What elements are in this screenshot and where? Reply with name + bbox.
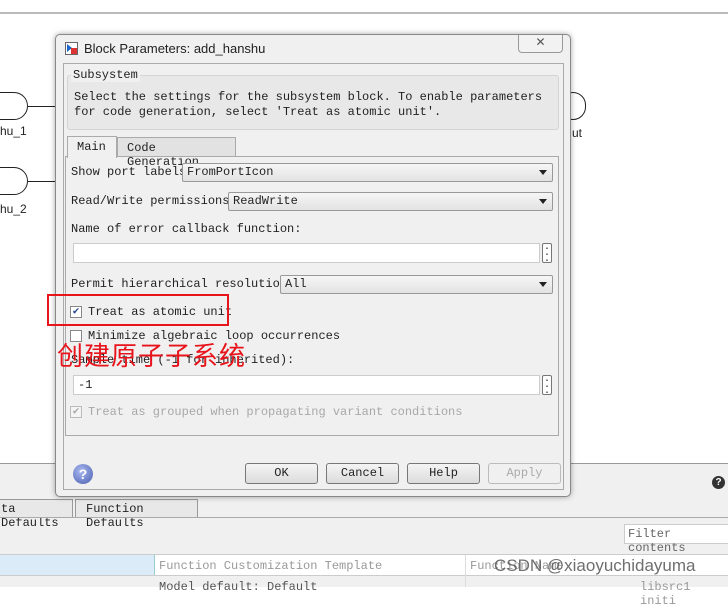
apply-button[interactable]: Apply	[488, 463, 561, 484]
chevron-down-icon	[539, 199, 547, 204]
chevron-down-icon	[539, 170, 547, 175]
close-button[interactable]: ✕	[518, 35, 563, 53]
filter-input[interactable]: Filter contents	[624, 524, 728, 555]
annotation-text: 创建原子子系统	[57, 341, 247, 371]
description-text: Select the settings for the subsystem bl…	[74, 90, 543, 119]
cancel-button[interactable]: Cancel	[326, 463, 399, 484]
outport-label: ut	[572, 126, 583, 140]
show-port-labels-select[interactable]: FromPortIcon	[182, 163, 553, 182]
inport-label-2: hu_2	[0, 202, 27, 216]
block-parameters-dialog: Block Parameters: add_hanshu ✕ Subsystem…	[55, 34, 571, 497]
rw-permissions-label: Read/Write permissions:	[71, 194, 237, 208]
sample-time-input[interactable]: -1	[73, 375, 540, 395]
highlight-box	[47, 294, 229, 326]
table-cell-template: Model default: Default	[159, 580, 318, 594]
table-header-selected-col[interactable]	[0, 555, 155, 575]
simulink-block-icon	[65, 42, 78, 55]
watermark: CSDN @xiaoyuchidayuma	[494, 556, 696, 575]
show-port-labels-value: FromPortIcon	[187, 165, 274, 179]
help-button[interactable]: Help	[407, 463, 480, 484]
chevron-down-icon	[539, 282, 547, 287]
bottom-tab-data-defaults[interactable]: ta Defaults	[0, 499, 73, 530]
error-callback-label: Name of error callback function:	[71, 222, 302, 236]
show-port-labels-label: Show port labels	[71, 165, 187, 179]
hier-resolution-select[interactable]: All	[280, 275, 553, 294]
more-options-icon[interactable]: · · ·	[542, 243, 552, 267]
col-header-template[interactable]: Function Customization Template	[159, 559, 382, 573]
col-divider	[465, 555, 466, 587]
tab-code-generation[interactable]: Code Generation	[117, 137, 236, 169]
dialog-title: Block Parameters: add_hanshu	[84, 41, 266, 56]
ok-button[interactable]: OK	[245, 463, 318, 484]
rw-permissions-select[interactable]: ReadWrite	[228, 192, 553, 211]
group-title: Subsystem	[71, 68, 140, 82]
rw-permissions-value: ReadWrite	[233, 194, 298, 208]
signal-line-1	[28, 106, 56, 107]
signal-line-2	[28, 181, 56, 182]
bottom-tab-function-defaults[interactable]: Function Defaults	[75, 499, 198, 530]
inport-label-1: hu_1	[0, 124, 27, 138]
bottom-tab-divider	[0, 517, 728, 518]
help-icon-small[interactable]: ?	[712, 476, 725, 489]
help-icon[interactable]: ?	[73, 464, 93, 484]
hier-resolution-value: All	[285, 277, 307, 291]
inport-block-2[interactable]	[0, 167, 28, 195]
grouped-checkbox: ✔	[70, 406, 82, 418]
canvas-top-border	[0, 12, 728, 14]
tab-main[interactable]: Main	[67, 136, 117, 158]
grouped-label: Treat as grouped when propagating varian…	[88, 405, 463, 419]
error-callback-input[interactable]	[73, 243, 540, 263]
more-options-icon[interactable]: · · ·	[542, 375, 552, 399]
table-cell-function-name: libsrc1 initi	[640, 580, 691, 608]
hier-resolution-label: Permit hierarchical resolution:	[71, 277, 295, 291]
inport-block-1[interactable]	[0, 92, 28, 120]
